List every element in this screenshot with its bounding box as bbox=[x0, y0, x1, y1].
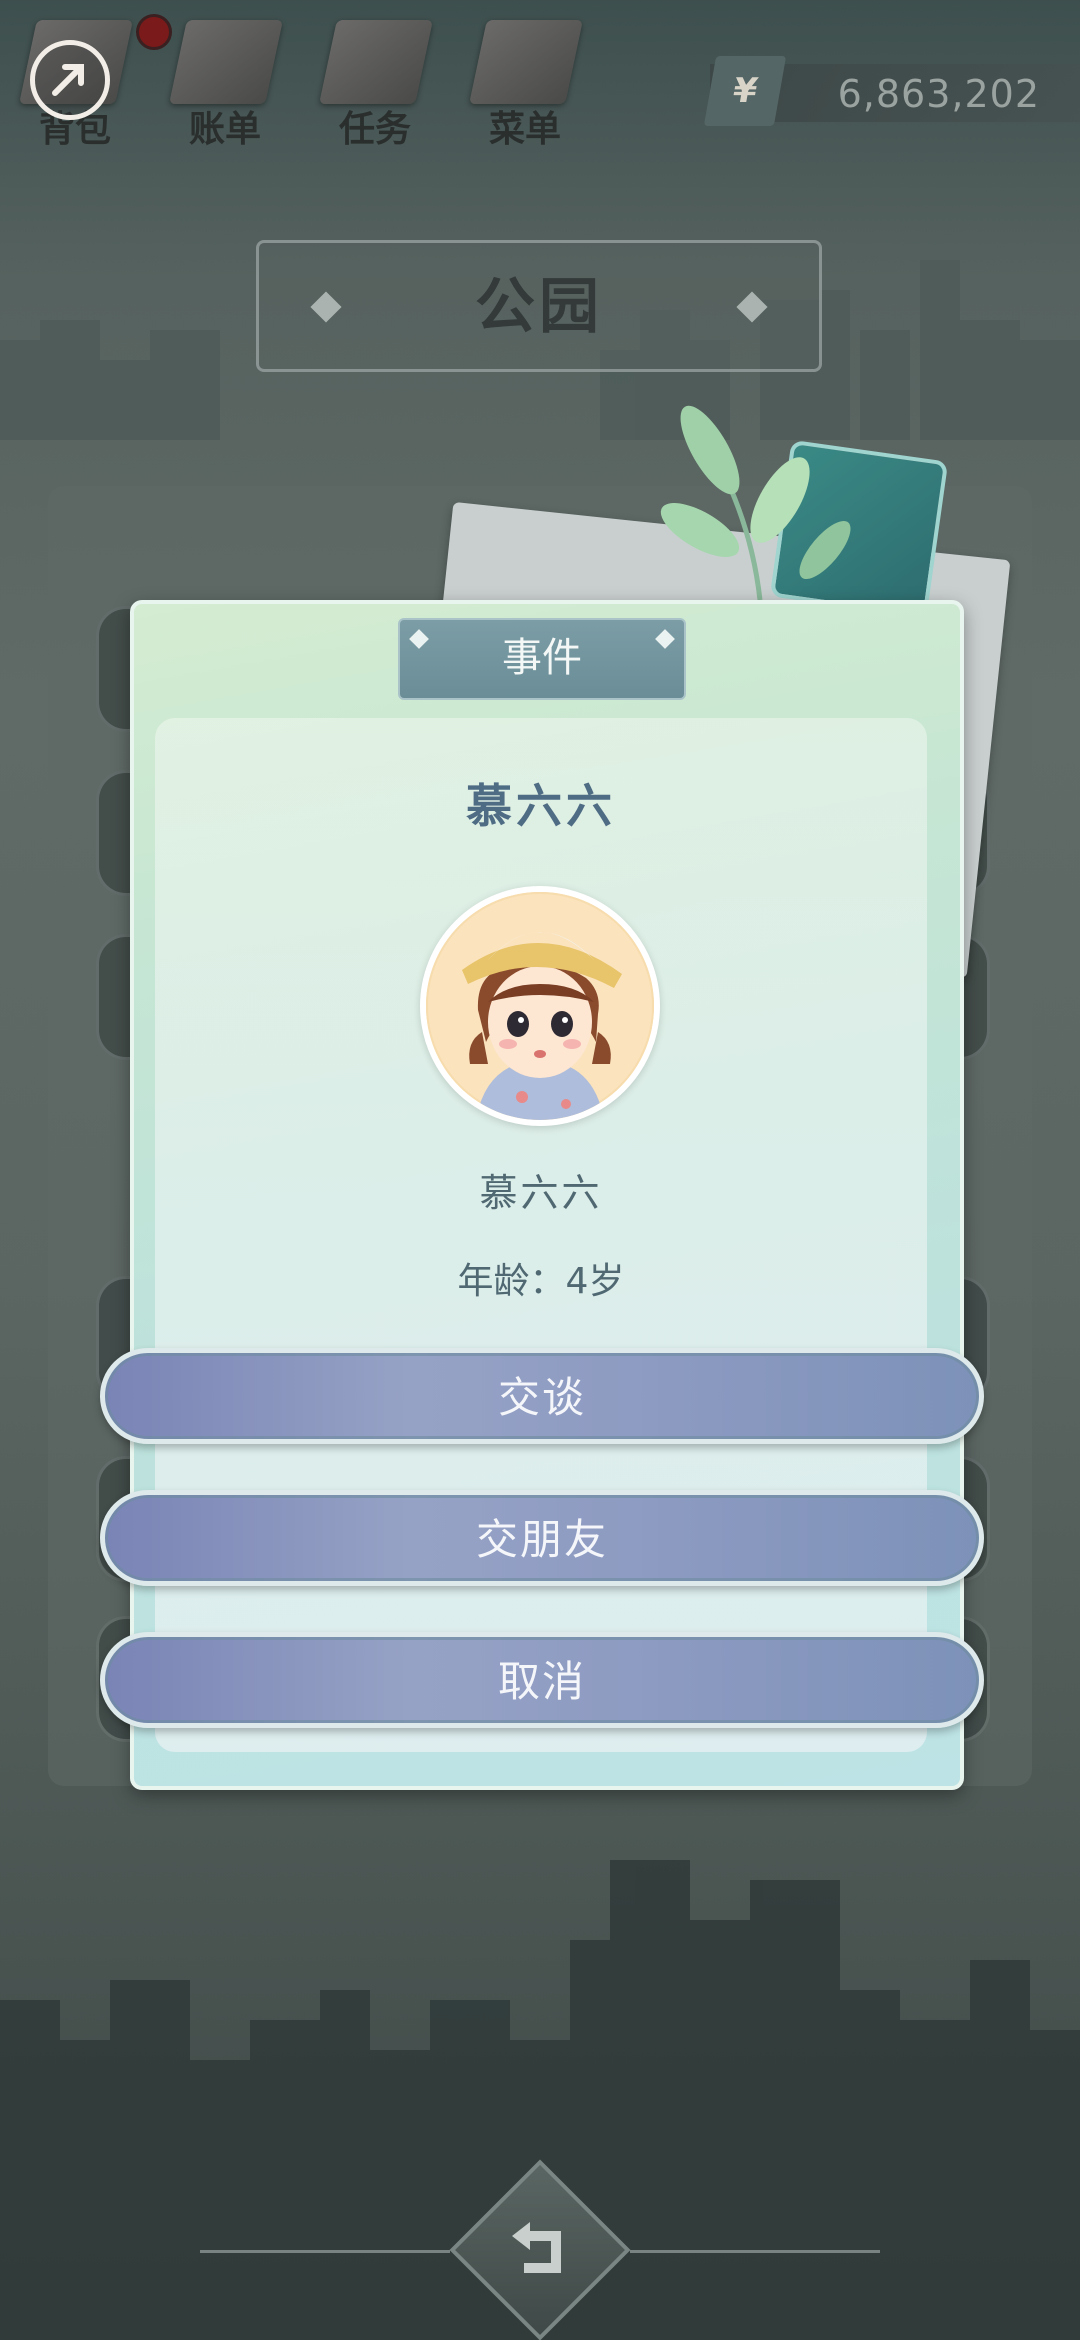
menu-icon bbox=[469, 20, 583, 104]
leaf-decoration-icon bbox=[660, 405, 851, 601]
location-name: 公园 bbox=[475, 272, 603, 342]
nav-menu-label: 菜单 bbox=[488, 109, 561, 150]
location-banner: 公园 bbox=[256, 240, 822, 372]
bill-icon bbox=[169, 20, 283, 104]
girl-portrait-icon bbox=[426, 892, 654, 1120]
character-avatar bbox=[420, 886, 660, 1126]
exit-button[interactable] bbox=[30, 40, 110, 120]
nav-tasks[interactable]: 任务 bbox=[300, 0, 450, 160]
return-arrow-icon bbox=[512, 2222, 561, 2273]
event-dialog-inner-card bbox=[155, 718, 927, 1752]
event-dialog-header: 事件 bbox=[398, 618, 686, 700]
notification-dot bbox=[136, 14, 172, 50]
money-value: 6,863,202 bbox=[837, 72, 1040, 116]
nav-bill-label: 账单 bbox=[188, 109, 261, 150]
befriend-button[interactable]: 交朋友 bbox=[100, 1490, 984, 1586]
character-title: 慕六六 bbox=[466, 779, 616, 833]
character-name: 慕六六 bbox=[479, 1171, 603, 1215]
nav-tasks-label: 任务 bbox=[338, 109, 411, 150]
cancel-button[interactable]: 取消 bbox=[100, 1632, 984, 1728]
decorative-line bbox=[630, 2250, 880, 2253]
exit-arrow-icon bbox=[52, 64, 84, 96]
nav-bill[interactable]: 账单 bbox=[150, 0, 300, 160]
decorative-line bbox=[200, 2250, 450, 2253]
currency-icon: ¥ bbox=[703, 56, 787, 126]
character-age: 年龄：4岁 bbox=[457, 1261, 625, 1302]
talk-button[interactable]: 交谈 bbox=[100, 1348, 984, 1444]
nav-menu[interactable]: 菜单 bbox=[450, 0, 600, 160]
event-dialog-header-text: 事件 bbox=[502, 635, 582, 681]
tasks-icon bbox=[319, 20, 433, 104]
